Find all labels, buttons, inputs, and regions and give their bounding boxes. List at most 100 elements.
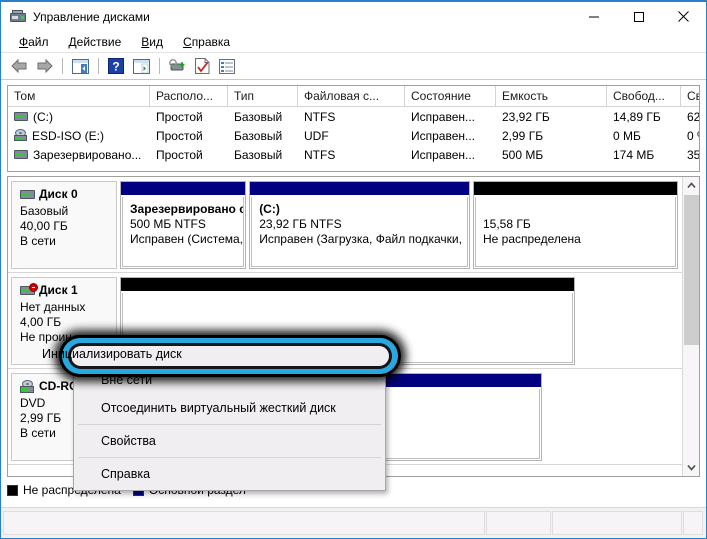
- partition-size-fs: 500 МБ NTFS: [130, 217, 206, 231]
- context-menu-item-detach-vhd[interactable]: Отсоединить виртуальный жесткий диск: [74, 394, 385, 422]
- disk-info-0[interactable]: Диск 0 Базовый 40,00 ГБ В сети: [11, 181, 117, 269]
- help-icon[interactable]: ?: [104, 55, 128, 77]
- context-menu-item-offline[interactable]: Вне сети: [74, 366, 385, 394]
- partition-size-fs: 23,92 ГБ NTFS: [259, 217, 342, 231]
- chevron-down-icon[interactable]: [683, 459, 699, 476]
- hdd-disk-warning-icon: [20, 283, 38, 296]
- cell-filesystem: NTFS: [304, 147, 336, 162]
- cell-layout: Простой: [156, 128, 203, 143]
- cell-free-percent: 0 %: [687, 128, 699, 143]
- context-menu-item-help[interactable]: Справка: [74, 460, 385, 488]
- cell-free: 174 МБ: [613, 147, 655, 162]
- partition-bar: [121, 278, 574, 292]
- partition-bar: [121, 182, 246, 196]
- column-header-status[interactable]: Состояние: [405, 86, 496, 106]
- window-controls: [571, 2, 706, 31]
- partition-unallocated[interactable]: 15,58 ГБ Не распределена: [472, 181, 679, 269]
- show-hide-console-tree-icon[interactable]: [68, 55, 92, 77]
- cell-status: Исправен...: [411, 147, 476, 162]
- close-button[interactable]: [661, 2, 706, 31]
- cell-capacity: 2,99 ГБ: [502, 128, 544, 143]
- cell-type: Базовый: [234, 109, 283, 124]
- column-header-type[interactable]: Тип: [228, 86, 298, 106]
- legend-swatch-unallocated: [7, 484, 18, 496]
- hdd-disk-icon: [20, 189, 35, 200]
- back-arrow-icon[interactable]: [7, 55, 31, 77]
- cell-filesystem: UDF: [304, 128, 329, 143]
- rescan-disks-icon[interactable]: [165, 55, 189, 77]
- partition-name: (C:): [259, 202, 280, 216]
- disk-title-1: Диск 1: [20, 283, 116, 298]
- menu-action-rest: ействие: [76, 34, 122, 49]
- cell-free: 14,89 ГБ: [613, 109, 661, 124]
- column-header-free-percent[interactable]: Свободно %: [681, 86, 699, 106]
- status-cell-3: [552, 511, 683, 535]
- menu-file-rest: айл: [28, 34, 49, 49]
- menu-file[interactable]: Файл: [9, 33, 59, 51]
- context-menu-separator: [78, 457, 381, 458]
- properties-icon[interactable]: [190, 55, 214, 77]
- status-cell-4: [683, 511, 703, 535]
- hdd-volume-icon: [14, 111, 28, 122]
- column-header-filesystem[interactable]: Файловая с...: [298, 86, 405, 106]
- volume-list-header: Том Располо... Тип Файловая с... Состоян…: [8, 86, 699, 107]
- volume-label: ESD-ISO (E:): [32, 128, 105, 143]
- cell-type: Базовый: [234, 147, 283, 162]
- toolbar-separator: [98, 58, 99, 74]
- table-row[interactable]: (C:) Простой Базовый NTFS Исправен... 23…: [8, 107, 699, 126]
- maximize-button[interactable]: [616, 2, 661, 31]
- volume-list-panel: Том Располо... Тип Файловая с... Состоян…: [7, 85, 700, 172]
- partition-status: Исправен (Система, А: [130, 232, 245, 246]
- scrollbar-thumb[interactable]: [684, 195, 699, 345]
- menu-help-rest: правка: [191, 34, 231, 49]
- disk-partitions-0: Зарезервировано си 500 МБ NTFS Исправен …: [117, 181, 681, 269]
- menu-help[interactable]: Справка: [173, 33, 240, 51]
- context-menu: Инициализировать диск Вне сети Отсоедини…: [73, 335, 386, 491]
- minimize-button[interactable]: [571, 2, 616, 31]
- show-action-pane-icon[interactable]: [129, 55, 153, 77]
- cell-layout: Простой: [156, 109, 203, 124]
- partition-name: Зарезервировано си: [130, 202, 245, 216]
- cell-capacity: 500 МБ: [502, 147, 544, 162]
- volume-label: (C:): [33, 109, 53, 124]
- cell-volume: Зарезервировано...: [8, 148, 150, 162]
- partition-reserved[interactable]: Зарезервировано си 500 МБ NTFS Исправен …: [120, 181, 247, 269]
- partition-size-fs: 15,58 ГБ: [482, 217, 531, 231]
- cell-status: Исправен...: [411, 128, 476, 143]
- toolbar: ?: [1, 53, 706, 80]
- cell-volume: ESD-ISO (E:): [8, 129, 150, 143]
- chevron-up-icon[interactable]: [683, 177, 699, 194]
- partition-bar: [250, 182, 469, 196]
- disk-name: Диск 0: [39, 187, 78, 201]
- column-header-layout[interactable]: Располо...: [150, 86, 228, 106]
- partition-bar: [473, 182, 678, 196]
- partition-status: Исправен (Загрузка, Файл подкачки,: [259, 232, 462, 246]
- cell-free-percent: 35 %: [687, 147, 700, 162]
- vertical-scrollbar[interactable]: [682, 177, 699, 476]
- cd-volume-icon: [14, 129, 28, 142]
- partition-c[interactable]: (C:) 23,92 ГБ NTFS Исправен (Загрузка, Ф…: [249, 181, 470, 269]
- hdd-volume-icon: [14, 149, 28, 160]
- context-menu-item-properties[interactable]: Свойства: [74, 427, 385, 455]
- menu-action[interactable]: Действие: [59, 33, 132, 51]
- column-header-free[interactable]: Свобод...: [607, 86, 681, 106]
- cdrom-disk-icon: [20, 379, 35, 394]
- disk-title-0: Диск 0: [20, 187, 116, 202]
- cell-capacity: 23,92 ГБ: [502, 109, 550, 124]
- cell-free: 0 МБ: [613, 128, 641, 143]
- partition-body: 15,58 ГБ Не распределена: [474, 197, 677, 267]
- cell-status: Исправен...: [411, 109, 476, 124]
- menu-view[interactable]: Вид: [131, 33, 173, 51]
- list-view-icon[interactable]: [215, 55, 239, 77]
- column-header-capacity[interactable]: Емкость: [496, 86, 607, 106]
- table-row[interactable]: ESD-ISO (E:) Простой Базовый UDF Исправе…: [8, 126, 699, 145]
- column-header-volume[interactable]: Том: [8, 86, 150, 106]
- table-row[interactable]: Зарезервировано... Простой Базовый NTFS …: [8, 145, 699, 164]
- context-menu-separator: [78, 424, 381, 425]
- disk-type: Нет данных: [20, 300, 86, 314]
- cell-free-percent: 62 %: [687, 109, 700, 124]
- disk-size: 4,00 ГБ: [20, 315, 62, 329]
- disk-row-0[interactable]: Диск 0 Базовый 40,00 ГБ В сети Зарезерви…: [8, 177, 684, 273]
- forward-arrow-icon[interactable]: [32, 55, 56, 77]
- disk-type: Базовый: [20, 204, 69, 218]
